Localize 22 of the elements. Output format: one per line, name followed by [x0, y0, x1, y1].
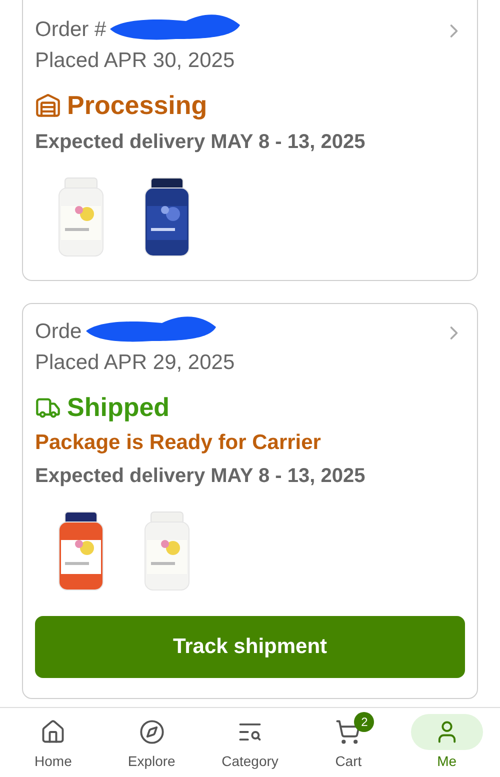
order-card[interactable]: Order # Placed APR 30, 2025 Processing Expected delivery MAY 8 - 13, 2025 — [22, 0, 478, 281]
home-icon — [40, 719, 66, 745]
nav-tab[interactable]: Category — [200, 708, 300, 777]
order-card[interactable]: Orde Placed APR 29, 2025 Shipped Package is Ready for Carrier Expected delivery MAY 8 - 13, 2025 Track shipment — [22, 303, 478, 699]
cart-icon — [335, 719, 362, 745]
nav-tab[interactable]: 2 Cart — [299, 708, 398, 777]
placed-date: Placed APR 29, 2025 — [35, 350, 235, 376]
track-shipment-button[interactable]: Track shipment — [35, 616, 465, 678]
compass-icon — [138, 719, 165, 745]
order-number: Order # — [35, 17, 106, 43]
nav-tab[interactable]: Me — [398, 708, 496, 777]
order-number: Orde — [35, 319, 82, 345]
expected-delivery: Expected delivery MAY 8 - 13, 2025 — [35, 131, 366, 154]
expected-delivery: Expected delivery MAY 8 - 13, 2025 — [35, 465, 366, 488]
placed-date: Placed APR 30, 2025 — [35, 48, 236, 74]
cart-count-badge: 2 — [354, 712, 374, 732]
nav-tab[interactable]: Explore — [102, 708, 201, 777]
order-status: Shipped — [67, 392, 170, 423]
nav-tab[interactable]: Home — [4, 708, 102, 777]
order-status: Processing — [67, 90, 208, 121]
shipping-note: Package is Ready for Carrier — [35, 431, 322, 455]
warehouse-icon — [35, 92, 61, 118]
